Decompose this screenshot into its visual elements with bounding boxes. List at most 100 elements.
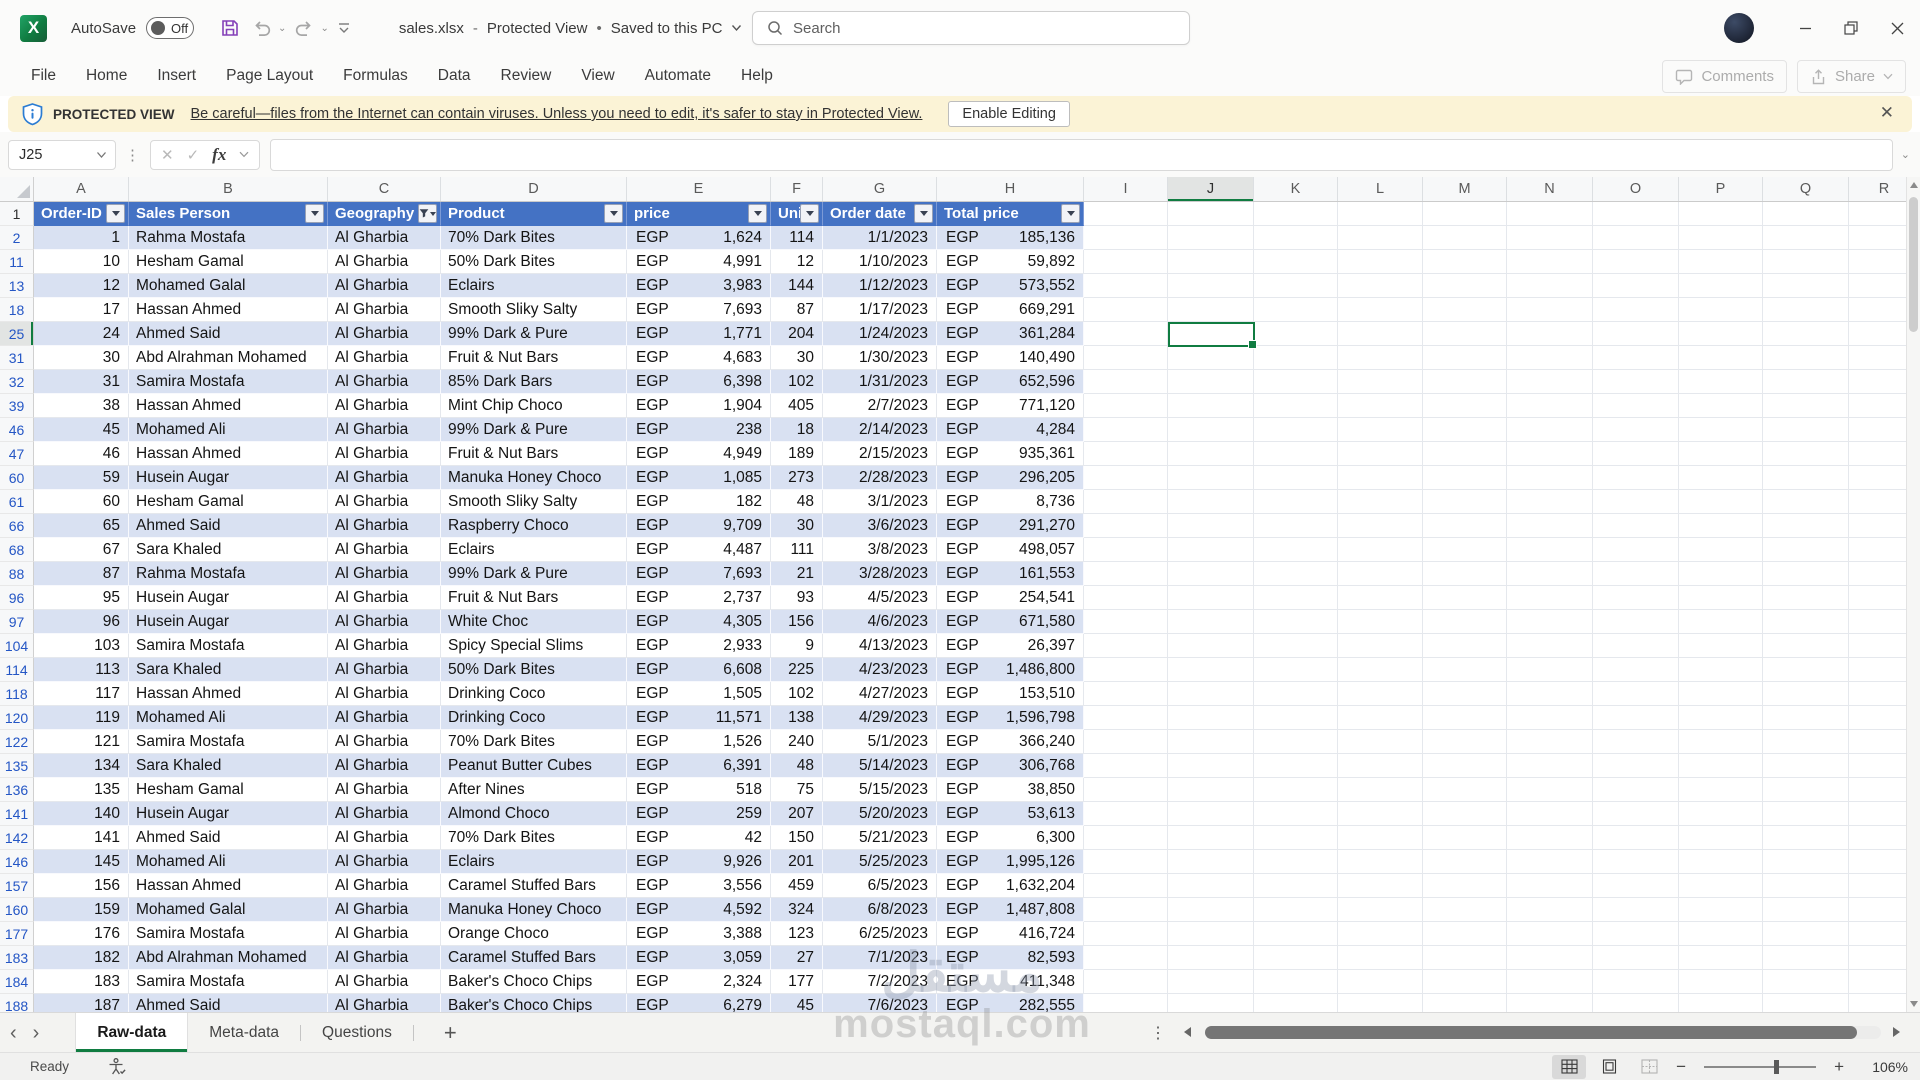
cell[interactable] xyxy=(1084,898,1168,922)
cell[interactable] xyxy=(1168,634,1254,658)
cell[interactable]: Al Gharbia xyxy=(328,778,441,802)
cell[interactable]: EGP2,737 xyxy=(627,586,771,610)
cell[interactable] xyxy=(1084,490,1168,514)
row-header-118[interactable]: 118 xyxy=(0,682,34,706)
cell[interactable] xyxy=(1338,802,1423,826)
cell[interactable]: EGP416,724 xyxy=(937,922,1084,946)
cell[interactable]: 3/8/2023 xyxy=(823,538,937,562)
cell[interactable]: Al Gharbia xyxy=(328,274,441,298)
cell[interactable]: 95 xyxy=(34,586,129,610)
cell[interactable] xyxy=(1507,730,1593,754)
cell[interactable]: Drinking Coco xyxy=(441,706,627,730)
cell[interactable] xyxy=(1763,490,1849,514)
cell[interactable] xyxy=(1763,322,1849,346)
cell[interactable] xyxy=(1679,586,1763,610)
table-header-order-id[interactable]: Order-ID xyxy=(34,202,129,226)
cell[interactable] xyxy=(1593,970,1679,994)
cell[interactable] xyxy=(1679,562,1763,586)
cell[interactable]: 103 xyxy=(34,634,129,658)
cell[interactable] xyxy=(1338,610,1423,634)
cell[interactable] xyxy=(1254,202,1338,226)
cell[interactable]: Rahma Mostafa xyxy=(129,562,328,586)
column-header-L[interactable]: L xyxy=(1338,177,1423,201)
cell[interactable]: EGP82,593 xyxy=(937,946,1084,970)
row-header-39[interactable]: 39 xyxy=(0,394,34,418)
cell[interactable]: Al Gharbia xyxy=(328,874,441,898)
cell[interactable]: Eclairs xyxy=(441,538,627,562)
zoom-level[interactable]: 106% xyxy=(1864,1059,1908,1075)
cell[interactable] xyxy=(1507,514,1593,538)
cell[interactable] xyxy=(1679,802,1763,826)
cell[interactable] xyxy=(1763,274,1849,298)
cell[interactable]: 207 xyxy=(771,802,823,826)
cell[interactable] xyxy=(1679,754,1763,778)
cell[interactable]: 113 xyxy=(34,658,129,682)
cell[interactable] xyxy=(1507,922,1593,946)
cell[interactable]: 70% Dark Bites xyxy=(441,826,627,850)
filter-dropdown-button[interactable] xyxy=(1061,204,1080,223)
cell[interactable] xyxy=(1084,970,1168,994)
cell[interactable] xyxy=(1593,514,1679,538)
cell[interactable] xyxy=(1679,298,1763,322)
cell[interactable] xyxy=(1679,274,1763,298)
select-all-button[interactable] xyxy=(0,177,34,201)
cell[interactable] xyxy=(1084,610,1168,634)
cell[interactable] xyxy=(1763,514,1849,538)
cell[interactable]: Peanut Butter Cubes xyxy=(441,754,627,778)
cell[interactable]: 138 xyxy=(771,706,823,730)
cell[interactable] xyxy=(1423,922,1507,946)
row-header-146[interactable]: 146 xyxy=(0,850,34,874)
cell[interactable]: Mint Chip Choco xyxy=(441,394,627,418)
cell[interactable]: EGP3,388 xyxy=(627,922,771,946)
cell[interactable] xyxy=(1593,394,1679,418)
cell[interactable]: Al Gharbia xyxy=(328,250,441,274)
cell[interactable]: Abd Alrahman Mohamed xyxy=(129,946,328,970)
cell[interactable]: Smooth Sliky Salty xyxy=(441,298,627,322)
cell[interactable]: Al Gharbia xyxy=(328,322,441,346)
cell[interactable] xyxy=(1084,850,1168,874)
scroll-up-icon[interactable] xyxy=(1910,182,1918,188)
cell[interactable]: Eclairs xyxy=(441,274,627,298)
protected-view-message-link[interactable]: Be careful—files from the Internet can c… xyxy=(191,106,923,122)
cell[interactable]: 45 xyxy=(771,994,823,1012)
cell[interactable]: Ahmed Said xyxy=(129,826,328,850)
column-header-E[interactable]: E xyxy=(627,177,771,201)
cell[interactable] xyxy=(1593,466,1679,490)
cell[interactable]: Rahma Mostafa xyxy=(129,226,328,250)
cell[interactable] xyxy=(1593,562,1679,586)
cell[interactable] xyxy=(1168,418,1254,442)
cell[interactable] xyxy=(1168,370,1254,394)
cell[interactable] xyxy=(1507,610,1593,634)
cell[interactable]: Mohamed Ali xyxy=(129,850,328,874)
cell[interactable] xyxy=(1254,778,1338,802)
cell[interactable] xyxy=(1254,610,1338,634)
cell[interactable]: 12 xyxy=(771,250,823,274)
cell[interactable] xyxy=(1084,658,1168,682)
cell[interactable] xyxy=(1507,898,1593,922)
cell[interactable] xyxy=(1338,418,1423,442)
cell[interactable] xyxy=(1593,634,1679,658)
cell[interactable]: Fruit & Nut Bars xyxy=(441,442,627,466)
cell[interactable] xyxy=(1423,202,1507,226)
cell[interactable] xyxy=(1338,442,1423,466)
cell[interactable] xyxy=(1254,994,1338,1012)
cell[interactable] xyxy=(1593,490,1679,514)
cell[interactable] xyxy=(1423,898,1507,922)
restore-button[interactable] xyxy=(1828,0,1874,56)
cell[interactable] xyxy=(1763,538,1849,562)
cell[interactable]: 30 xyxy=(771,514,823,538)
cell[interactable] xyxy=(1423,586,1507,610)
cell[interactable]: 5/20/2023 xyxy=(823,802,937,826)
cell[interactable] xyxy=(1168,970,1254,994)
cell[interactable]: 135 xyxy=(34,778,129,802)
cell[interactable]: Drinking Coco xyxy=(441,682,627,706)
cell[interactable] xyxy=(1679,202,1763,226)
page-layout-view-button[interactable] xyxy=(1592,1055,1626,1079)
cell[interactable] xyxy=(1338,274,1423,298)
sheet-tab-raw-data[interactable]: Raw-data xyxy=(75,1013,188,1052)
cell[interactable] xyxy=(1168,874,1254,898)
cell[interactable]: Hesham Gamal xyxy=(129,778,328,802)
cell[interactable]: EGP238 xyxy=(627,418,771,442)
row-header-183[interactable]: 183 xyxy=(0,946,34,970)
cell[interactable]: EGP182 xyxy=(627,490,771,514)
